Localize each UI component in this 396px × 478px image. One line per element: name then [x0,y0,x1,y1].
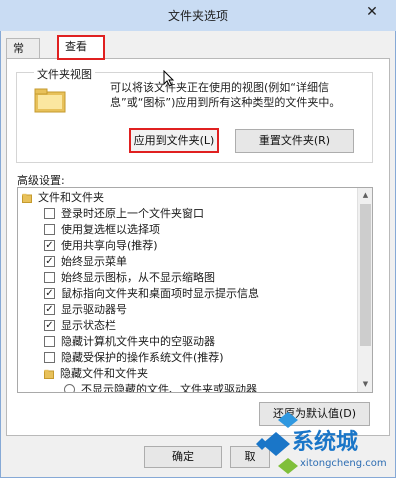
list-item-label: 鼠标指向文件夹和桌面项时显示提示信息 [61,287,259,300]
checkbox[interactable] [44,207,55,219]
checkbox[interactable] [44,335,55,347]
folder-views-label: 文件夹视图 [34,66,95,82]
list-item-checkbox[interactable]: ✓ 显示状态栏 [44,318,116,334]
list-item-label: 隐藏受保护的操作系统文件(推荐) [61,351,224,364]
list-item-label: 隐藏文件和文件夹 [60,367,148,380]
list-item-checkbox[interactable]: 隐藏受保护的操作系统文件(推荐) [44,350,224,366]
list-item-checkbox[interactable]: ✓ 鼠标指向文件夹和桌面项时显示提示信息 [44,286,259,302]
list-scrollbar[interactable]: ▲ ▼ [357,188,372,392]
checkbox-checked[interactable]: ✓ [44,255,55,267]
list-item-checkbox[interactable]: 隐藏计算机文件夹中的空驱动器 [44,334,215,350]
list-item-label: 使用共享向导(推荐) [61,239,158,252]
advanced-settings-list[interactable]: 文件和文件夹 登录时还原上一个文件夹窗口 使用复选框以选择项 ✓ 使用共享向导(推… [17,187,373,393]
list-item-label: 文件和文件夹 [38,191,104,204]
scroll-down-arrow-icon[interactable]: ▼ [358,377,372,392]
list-item-radio[interactable]: 不显示隐藏的文件、文件夹或驱动器 [64,382,257,393]
window-title: 文件夹选项 [167,9,228,23]
checkbox[interactable] [44,223,55,235]
watermark-url: xitongcheng.com [300,458,387,469]
list-item-label: 使用复选框以选择项 [61,223,160,236]
list-item-folder: 隐藏文件和文件夹 [44,366,148,382]
advanced-settings-label: 高级设置: [17,174,65,187]
folder-views-icon [34,88,66,113]
list-item-folder: 文件和文件夹 [22,190,104,206]
list-item-label: 始终显示菜单 [61,255,127,268]
list-item-checkbox[interactable]: 使用复选框以选择项 [44,222,160,238]
list-item-checkbox[interactable]: 始终显示图标，从不显示缩略图 [44,270,215,286]
checkbox-checked[interactable]: ✓ [44,239,55,251]
list-item-label: 隐藏计算机文件夹中的空驱动器 [61,335,215,348]
folder-views-description: 可以将该文件夹正在使用的视图(例如“详细信息”或“图标”)应用到所有这种类型的文… [110,81,341,109]
reset-folders-button[interactable]: 重置文件夹(R) [235,129,354,153]
title-bar[interactable]: 文件夹选项 ✕ [0,0,396,31]
list-item-label: 显示状态栏 [61,319,116,332]
checkbox[interactable] [44,271,55,283]
list-item-checkbox[interactable]: ✓ 始终显示菜单 [44,254,127,270]
checkbox-checked[interactable]: ✓ [44,303,55,315]
scroll-up-arrow-icon[interactable]: ▲ [358,188,372,203]
list-item-checkbox[interactable]: ✓ 使用共享向导(推荐) [44,238,158,254]
watermark-text: 系统城 [292,430,359,455]
folder-icon [44,369,54,379]
scroll-thumb[interactable] [360,204,371,346]
list-item-label: 不显示隐藏的文件、文件夹或驱动器 [81,383,257,393]
list-item-label: 始终显示图标，从不显示缩略图 [61,271,215,284]
close-button[interactable]: ✕ [354,1,390,23]
folder-icon [22,193,32,203]
checkbox-checked[interactable]: ✓ [44,287,55,299]
list-item-checkbox[interactable]: 登录时还原上一个文件夹窗口 [44,206,204,222]
tab-general[interactable]: 常规 [6,38,40,74]
apply-to-folders-button[interactable]: 应用到文件夹(L) [129,128,219,153]
ok-button[interactable]: 确定 [144,446,222,468]
checkbox-checked[interactable]: ✓ [44,319,55,331]
list-item-label: 显示驱动器号 [61,303,127,316]
list-item-label: 登录时还原上一个文件夹窗口 [61,207,204,220]
tab-view[interactable]: 查看 [57,35,105,60]
radio-button[interactable] [64,383,75,392]
checkbox[interactable] [44,351,55,363]
mouse-cursor-icon [163,70,175,87]
list-item-checkbox[interactable]: ✓ 显示驱动器号 [44,302,127,318]
